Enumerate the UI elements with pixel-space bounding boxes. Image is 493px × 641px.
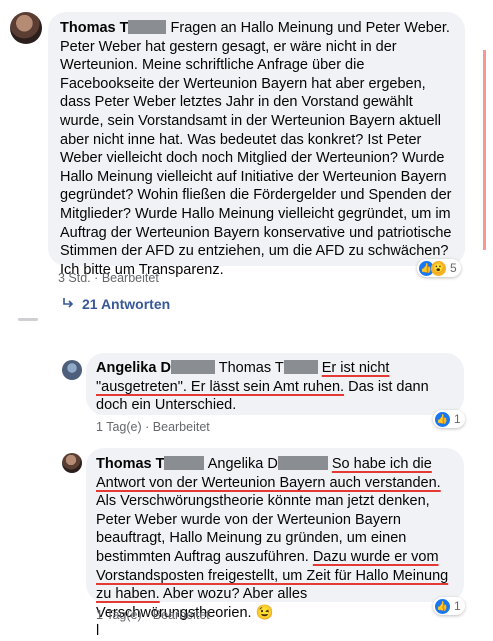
reply-meta: 1 Tag(e) · Bearbeitet (96, 420, 210, 434)
red-annotation-mark (483, 50, 486, 250)
replies-count-label: 21 Antworten (82, 296, 171, 312)
view-replies-link[interactable]: 21 Antworten (62, 296, 170, 312)
meta-separator: · (94, 271, 99, 285)
reply-bubble: Angelika D Thomas T Er ist nicht "ausget… (86, 353, 464, 415)
like-icon: 👍 (435, 598, 450, 614)
avatar[interactable] (62, 453, 82, 473)
reply-mention[interactable]: Angelika D (208, 456, 278, 472)
like-icon: 👍 (435, 411, 450, 427)
reply-meta: 1 Tag(e) · Bearbeitet (96, 608, 210, 622)
comment-author[interactable]: Thomas T (60, 20, 128, 36)
edited-label[interactable]: Bearbeitet (102, 271, 159, 285)
reaction-summary[interactable]: 👍 😮 5 (417, 259, 461, 277)
redaction-bar (170, 360, 215, 374)
edited-label[interactable]: Bearbeitet (153, 420, 210, 434)
avatar[interactable] (62, 360, 82, 380)
comment-meta: 3 Std. · Bearbeitet (58, 271, 159, 285)
reply-time[interactable]: 1 Tag(e) (96, 420, 142, 434)
reply-author[interactable]: Thomas T (96, 456, 164, 472)
reaction-count: 1 (454, 599, 461, 613)
reaction-summary[interactable]: 👍 1 (433, 410, 465, 428)
meta-separator: · (145, 420, 150, 434)
wink-emoji: 😉 (255, 604, 274, 621)
reaction-count: 5 (450, 261, 457, 275)
reply-bubble: Thomas T Angelika D So habe ich die Antw… (86, 448, 464, 639)
reaction-count: 1 (454, 412, 461, 426)
redaction-bar (277, 456, 328, 470)
comment-bubble: Thomas T Fragen an Hallo Meinung und Pet… (48, 12, 465, 278)
avatar[interactable] (10, 12, 42, 44)
reply-text-trailing: l (96, 623, 100, 640)
thread-divider (18, 318, 38, 321)
redaction-bar (164, 456, 205, 470)
reply-mention[interactable]: Thomas T (219, 360, 284, 376)
edited-label[interactable]: Bearbeitet (153, 608, 210, 622)
comment-text: Fragen an Hallo Meinung und Peter Weber.… (60, 20, 452, 278)
wow-icon: 😮 (431, 260, 446, 276)
reply-arrow-icon (62, 296, 82, 312)
reply-time[interactable]: 1 Tag(e) (96, 608, 142, 622)
comment-time[interactable]: 3 Std. (58, 271, 91, 285)
redaction-bar (283, 360, 318, 374)
reaction-summary[interactable]: 👍 1 (433, 597, 465, 615)
reply-author[interactable]: Angelika D (96, 360, 171, 376)
redaction-bar (128, 20, 167, 34)
meta-separator: · (145, 608, 150, 622)
